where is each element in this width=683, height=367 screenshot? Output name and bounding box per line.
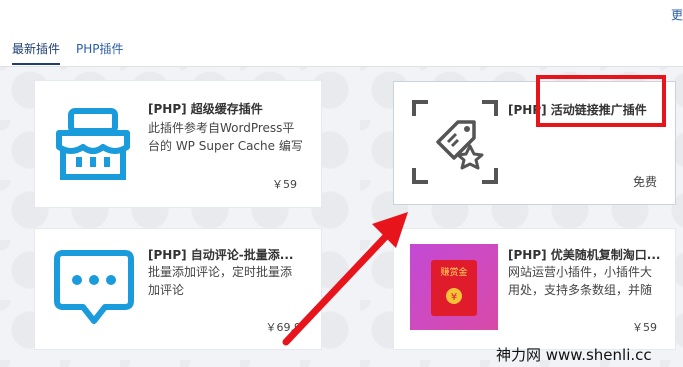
- plugin-card-super-cache[interactable]: [PHP] 超级缓存插件 此插件参考自WordPress平 台的 WP Supe…: [34, 80, 322, 208]
- desc-line: 网站运营小插件，小插件大: [508, 265, 653, 279]
- tab-latest-plugins[interactable]: 最新插件: [12, 40, 61, 65]
- tag-star-icon: [412, 100, 498, 184]
- shop-icon: [53, 103, 133, 183]
- desc-line: 批量添加评论，定时批量添: [148, 265, 293, 279]
- plugin-tabs: 最新插件 PHP插件: [12, 40, 124, 65]
- red-envelope-icon: 赚赏金 ¥: [410, 244, 498, 330]
- plugin-title[interactable]: [PHP] 自动评论-批量添...: [148, 246, 318, 263]
- plugin-card-auto-comment[interactable]: [PHP] 自动评论-批量添... 批量添加评论，定时批量添 加评论 ￥69.9: [34, 228, 322, 350]
- desc-line: 此插件参考自WordPress平: [148, 121, 295, 135]
- plugin-price: ￥59: [272, 178, 297, 191]
- more-link[interactable]: 更: [671, 6, 683, 23]
- highlight-box: [536, 75, 666, 127]
- plugin-description: 批量添加评论，定时批量添 加评论: [148, 263, 323, 299]
- plugin-card-taobao-code[interactable]: 赚赏金 ¥ [PHP] 优美随机复制淘口... 网站运营小插件，小插件大 用处，…: [393, 228, 676, 350]
- plugin-price: 免费: [632, 175, 657, 189]
- desc-line: 用处，支持多条数组，并随: [508, 283, 653, 297]
- plugin-description: 此插件参考自WordPress平 台的 WP Super Cache 编写: [148, 119, 323, 155]
- chat-bubble-icon: [53, 247, 135, 329]
- svg-text:¥: ¥: [451, 292, 457, 303]
- watermark: 神力网 www.shenli.cc: [496, 346, 652, 364]
- top-bar: 更 最新插件 PHP插件: [0, 0, 683, 67]
- plugin-title[interactable]: [PHP] 优美随机复制淘口...: [508, 246, 668, 263]
- plugin-price: ￥69.9: [265, 321, 302, 334]
- tab-php-plugins[interactable]: PHP插件: [76, 40, 124, 65]
- plugin-price: ￥59: [632, 321, 657, 334]
- envelope-text: 赚赏金: [440, 266, 467, 278]
- desc-line: 台的 WP Super Cache 编写: [148, 139, 303, 153]
- plugin-title[interactable]: [PHP] 超级缓存插件: [148, 100, 318, 117]
- desc-line: 加评论: [148, 283, 185, 297]
- plugin-description: 网站运营小插件，小插件大 用处，支持多条数组，并随: [508, 263, 668, 299]
